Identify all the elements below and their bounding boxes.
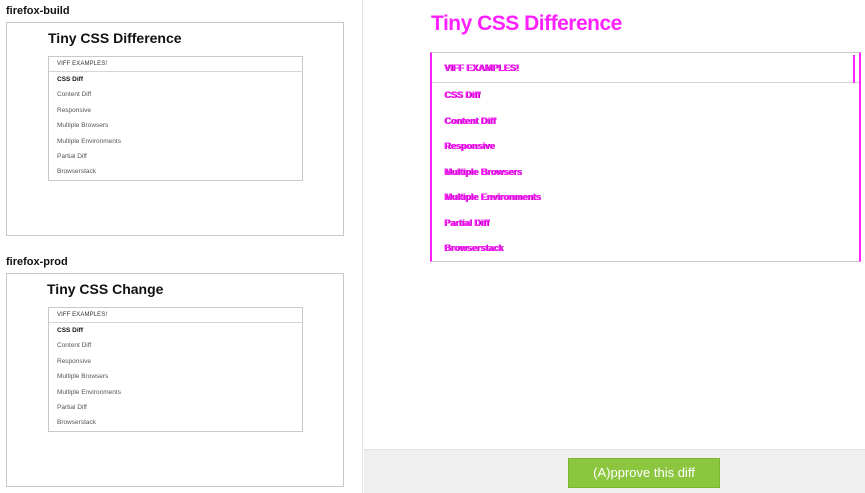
- env-label-prod: firefox-prod: [6, 256, 68, 268]
- menu-item-content-diff: Content Diff: [57, 342, 92, 350]
- menu-item-css-diff: CSS Diff: [57, 327, 83, 334]
- menu-item-responsive: Responsive: [57, 357, 91, 365]
- diff-item-multiple-environments: Multiple Environments: [444, 192, 541, 202]
- viff-report: firefox-build Tiny CSS Difference VIFF E…: [0, 0, 865, 493]
- menu-item-partial-diff: Partial Diff: [57, 152, 87, 160]
- menu-item-multiple-environments: Multiple Environments: [57, 388, 121, 396]
- menu-item-partial-diff: Partial Diff: [57, 403, 87, 411]
- diff-menu-header: VIFF EXAMPLES!: [432, 53, 859, 83]
- approve-bar: (A)pprove this diff: [364, 449, 865, 493]
- screenshot-frame-prod: Tiny CSS Change VIFF EXAMPLES! CSS Diff …: [6, 273, 344, 487]
- diff-item-multiple-browsers: Multiple Browsers: [444, 166, 522, 177]
- diff-panel: Tiny CSS Difference VIFF EXAMPLES! CSS D…: [364, 0, 865, 493]
- diff-title: Tiny CSS Difference: [431, 12, 622, 36]
- diff-item-browserstack: Browserstack: [444, 243, 504, 253]
- diff-menu: VIFF EXAMPLES! CSS Diff Content Diff Res…: [430, 52, 861, 262]
- diff-item-content-diff: Content Diff: [444, 115, 496, 126]
- approve-diff-button[interactable]: (A)pprove this diff: [568, 458, 720, 488]
- menu-header: VIFF EXAMPLES!: [49, 308, 302, 323]
- screenshot-frame-build: Tiny CSS Difference VIFF EXAMPLES! CSS D…: [6, 22, 344, 236]
- menu-item-multiple-browsers: Multiple Browsers: [57, 373, 109, 381]
- menu-item-content-diff: Content Diff: [57, 91, 92, 99]
- screenshots-panel: firefox-build Tiny CSS Difference VIFF E…: [0, 0, 363, 493]
- examples-menu: VIFF EXAMPLES! CSS Diff Content Diff Res…: [48, 307, 303, 432]
- menu-item-multiple-browsers: Multiple Browsers: [57, 122, 109, 130]
- diff-item-css-diff: CSS Diff: [444, 90, 480, 100]
- diff-item-partial-diff: Partial Diff: [444, 217, 490, 228]
- diff-edge-marker: [853, 55, 855, 83]
- diff-item-responsive: Responsive: [444, 141, 495, 151]
- menu-header: VIFF EXAMPLES!: [49, 57, 302, 72]
- page-title: Tiny CSS Change: [47, 281, 164, 297]
- menu-item-browserstack: Browserstack: [57, 168, 97, 176]
- page-title: Tiny CSS Difference: [48, 30, 182, 46]
- examples-menu: VIFF EXAMPLES! CSS Diff Content Diff Res…: [48, 56, 303, 181]
- menu-item-multiple-environments: Multiple Environments: [57, 137, 121, 145]
- menu-item-browserstack: Browserstack: [57, 419, 97, 427]
- menu-item-responsive: Responsive: [57, 106, 91, 114]
- menu-item-css-diff: CSS Diff: [57, 76, 83, 83]
- env-label-build: firefox-build: [6, 5, 70, 17]
- diff-title-text: Tiny CSS Difference: [431, 12, 622, 35]
